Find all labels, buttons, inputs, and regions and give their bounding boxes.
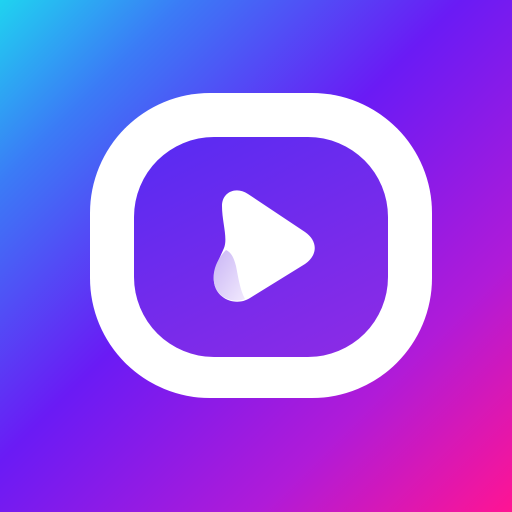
app-icon[interactable] xyxy=(0,0,512,512)
app-icon-graphic xyxy=(0,0,512,512)
